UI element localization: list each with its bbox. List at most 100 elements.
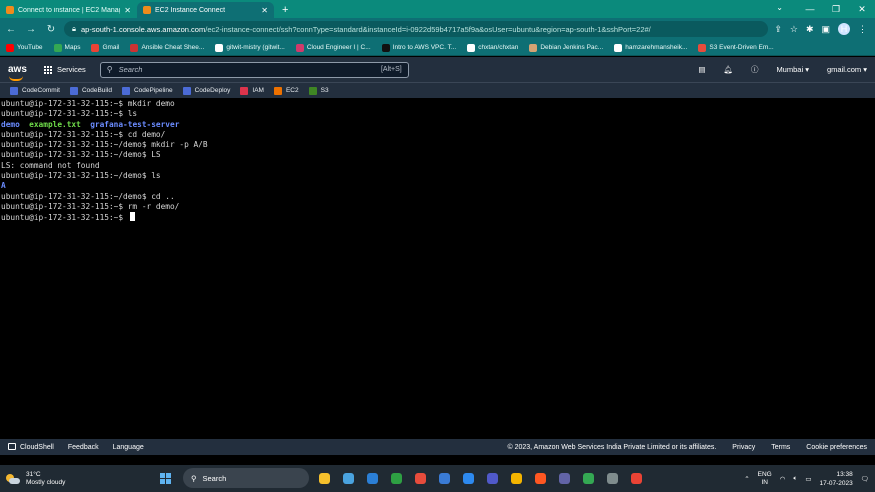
bookmark-item[interactable]: Intro to AWS VPC. T... bbox=[381, 43, 456, 52]
favorite-service-iam[interactable]: IAM bbox=[240, 86, 264, 95]
cloudshell-button[interactable]: CloudShell bbox=[8, 443, 54, 451]
bookmark-item[interactable]: gitwit-mistry (gitwit... bbox=[215, 43, 285, 52]
taskbar-app-icon[interactable] bbox=[579, 469, 597, 487]
services-menu-button[interactable]: Services bbox=[44, 65, 86, 74]
new-tab-button[interactable]: + bbox=[274, 2, 296, 18]
aws-console-footer: CloudShell Feedback Language © 2023, Ama… bbox=[0, 439, 875, 455]
menu-icon[interactable]: ⋮ bbox=[858, 24, 867, 35]
close-window-icon[interactable]: ✕ bbox=[849, 0, 875, 18]
region-selector[interactable]: Mumbai ▾ bbox=[776, 65, 809, 74]
address-bar: ← → ↻ 🔒︎ ap-south-1.console.aws.amazon.c… bbox=[0, 18, 875, 40]
bookmark-label: chxtan/chxtan bbox=[478, 44, 519, 51]
aws-search-input[interactable]: ⚲ Search [Alt+S] bbox=[99, 61, 409, 78]
forward-icon[interactable]: → bbox=[24, 24, 38, 35]
terminal-line: ubuntu@ip-172-31-32-115:~$ cd demo/ bbox=[1, 130, 875, 140]
search-placeholder: Search bbox=[118, 65, 143, 74]
bookmark-item[interactable]: hamzarehmansheik... bbox=[614, 43, 687, 52]
wifi-icon[interactable]: ◠ bbox=[780, 475, 786, 483]
weather-widget[interactable]: 31°C Mostly cloudy bbox=[6, 471, 146, 487]
favorite-service-codepipeline[interactable]: CodePipeline bbox=[121, 86, 173, 95]
service-icon bbox=[182, 86, 191, 95]
system-tray: ⌃ ENG IN ◠ 🔈︎ ▭ 13:38 17-07-2023 🗨︎ bbox=[744, 470, 869, 488]
search-shortcut: [Alt+S] bbox=[380, 66, 402, 73]
privacy-link[interactable]: Privacy bbox=[732, 444, 755, 451]
taskbar-app-icon[interactable] bbox=[603, 469, 621, 487]
taskbar-search[interactable]: ⚲ Search bbox=[183, 468, 309, 488]
close-tab-icon[interactable]: ✕ bbox=[261, 6, 268, 15]
bookmark-item[interactable]: S3 Event-Driven Em... bbox=[698, 43, 774, 52]
clock[interactable]: 13:38 17-07-2023 bbox=[819, 470, 852, 488]
url-input[interactable]: 🔒︎ ap-south-1.console.aws.amazon.com/ec2… bbox=[64, 21, 769, 37]
tab-search-icon[interactable]: ⌄ bbox=[776, 3, 783, 12]
bookmark-item[interactable]: chxtan/chxtan bbox=[467, 43, 519, 52]
bookmark-item[interactable]: Debian Jenkins Pac... bbox=[529, 43, 603, 52]
terminal-line: ubuntu@ip-172-31-32-115:~/demo$ LS bbox=[1, 150, 875, 160]
bookmark-star-icon[interactable]: ☆ bbox=[790, 24, 798, 35]
terminal-line: ubuntu@ip-172-31-32-115:~$ bbox=[1, 212, 875, 222]
account-menu[interactable]: gmail.com ▾ bbox=[827, 65, 867, 74]
aws-logo[interactable]: aws bbox=[8, 64, 30, 81]
minimize-icon[interactable]: — bbox=[797, 0, 823, 18]
language-link[interactable]: Language bbox=[113, 444, 144, 451]
taskbar-app-icon[interactable] bbox=[411, 469, 429, 487]
extensions-icon[interactable]: ✱ bbox=[806, 24, 814, 35]
taskbar-app-icon[interactable] bbox=[363, 469, 381, 487]
taskbar-app-icon[interactable] bbox=[315, 469, 333, 487]
tab-ec2-instance-connect[interactable]: EC2 Instance Connect ✕ bbox=[137, 2, 274, 18]
close-tab-icon[interactable]: ✕ bbox=[124, 6, 131, 15]
bookmark-item[interactable]: YouTube bbox=[6, 43, 43, 52]
share-icon[interactable]: ⇪ bbox=[774, 24, 782, 35]
taskbar-app-icon[interactable] bbox=[387, 469, 405, 487]
terminal-icon bbox=[8, 443, 16, 450]
taskbar-app-icon[interactable] bbox=[339, 469, 357, 487]
bookmark-favicon-icon bbox=[529, 43, 538, 52]
help-icon[interactable]: ⓘ bbox=[751, 64, 759, 75]
bookmark-item[interactable]: Ansible Cheat Shee... bbox=[130, 43, 204, 52]
bookmark-item[interactable]: Maps bbox=[53, 43, 80, 52]
favorite-service-codebuild[interactable]: CodeBuild bbox=[69, 86, 112, 95]
bookmark-favicon-icon bbox=[215, 43, 224, 52]
cloudshell-icon[interactable]: ▤ bbox=[698, 65, 705, 74]
service-icon bbox=[308, 86, 317, 95]
notifications-bell-icon[interactable]: 🔔︎ bbox=[723, 65, 733, 74]
tab-connect-to-instance[interactable]: Connect to instance | EC2 Manag ✕ bbox=[0, 2, 137, 18]
sidepanel-icon[interactable]: ▣ bbox=[821, 24, 830, 35]
favorite-service-codedeploy[interactable]: CodeDeploy bbox=[182, 86, 230, 95]
bookmark-item[interactable]: Cloud Engineer I | C... bbox=[295, 43, 371, 52]
taskbar-app-icon[interactable] bbox=[483, 469, 501, 487]
back-icon[interactable]: ← bbox=[4, 24, 18, 35]
maximize-icon[interactable]: ❐ bbox=[823, 0, 849, 18]
taskbar-app-icon[interactable] bbox=[507, 469, 525, 487]
taskbar-app-icon[interactable] bbox=[627, 469, 645, 487]
bookmark-favicon-icon bbox=[295, 43, 304, 52]
terminal-line: A bbox=[1, 181, 875, 191]
battery-icon[interactable]: ▭ bbox=[805, 475, 811, 483]
taskbar-app-icon[interactable] bbox=[435, 469, 453, 487]
tab-label: EC2 Instance Connect bbox=[155, 6, 226, 14]
reload-icon[interactable]: ↻ bbox=[44, 24, 58, 35]
favorite-service-ec2[interactable]: EC2 bbox=[273, 86, 299, 95]
language-indicator[interactable]: ENG IN bbox=[758, 471, 772, 487]
weather-temp: 31°C bbox=[26, 470, 41, 478]
volume-icon[interactable]: 🔈︎ bbox=[793, 475, 797, 483]
terminal-output[interactable]: ubuntu@ip-172-31-32-115:~$ mkdir demo ubu… bbox=[0, 98, 875, 439]
cookie-preferences-link[interactable]: Cookie preferences bbox=[806, 444, 867, 451]
feedback-link[interactable]: Feedback bbox=[68, 444, 99, 451]
profile-avatar[interactable]: H bbox=[838, 23, 850, 35]
taskbar-app-icon[interactable] bbox=[459, 469, 477, 487]
taskbar-app-icon[interactable] bbox=[555, 469, 573, 487]
windows-start-icon[interactable] bbox=[160, 472, 171, 484]
tray-overflow-icon[interactable]: ⌃ bbox=[744, 475, 749, 483]
bookmark-item[interactable]: Gmail bbox=[91, 43, 119, 52]
services-label: Services bbox=[57, 65, 86, 74]
taskbar-app-icon[interactable] bbox=[531, 469, 549, 487]
terminal-text: ubuntu@ip-172-31-32-115:~/demo$ mkdir -p… bbox=[1, 140, 208, 150]
bookmark-favicon-icon bbox=[381, 43, 390, 52]
taskbar-apps: ⚲ Search bbox=[160, 468, 645, 488]
notifications-icon[interactable]: 🗨︎ bbox=[861, 475, 869, 483]
bookmark-label: gitwit-mistry (gitwit... bbox=[226, 44, 285, 51]
favorite-service-s3[interactable]: S3 bbox=[308, 86, 329, 95]
favorite-service-codecommit[interactable]: CodeCommit bbox=[10, 86, 60, 95]
terms-link[interactable]: Terms bbox=[771, 444, 790, 451]
lang-region: IN bbox=[761, 478, 768, 486]
